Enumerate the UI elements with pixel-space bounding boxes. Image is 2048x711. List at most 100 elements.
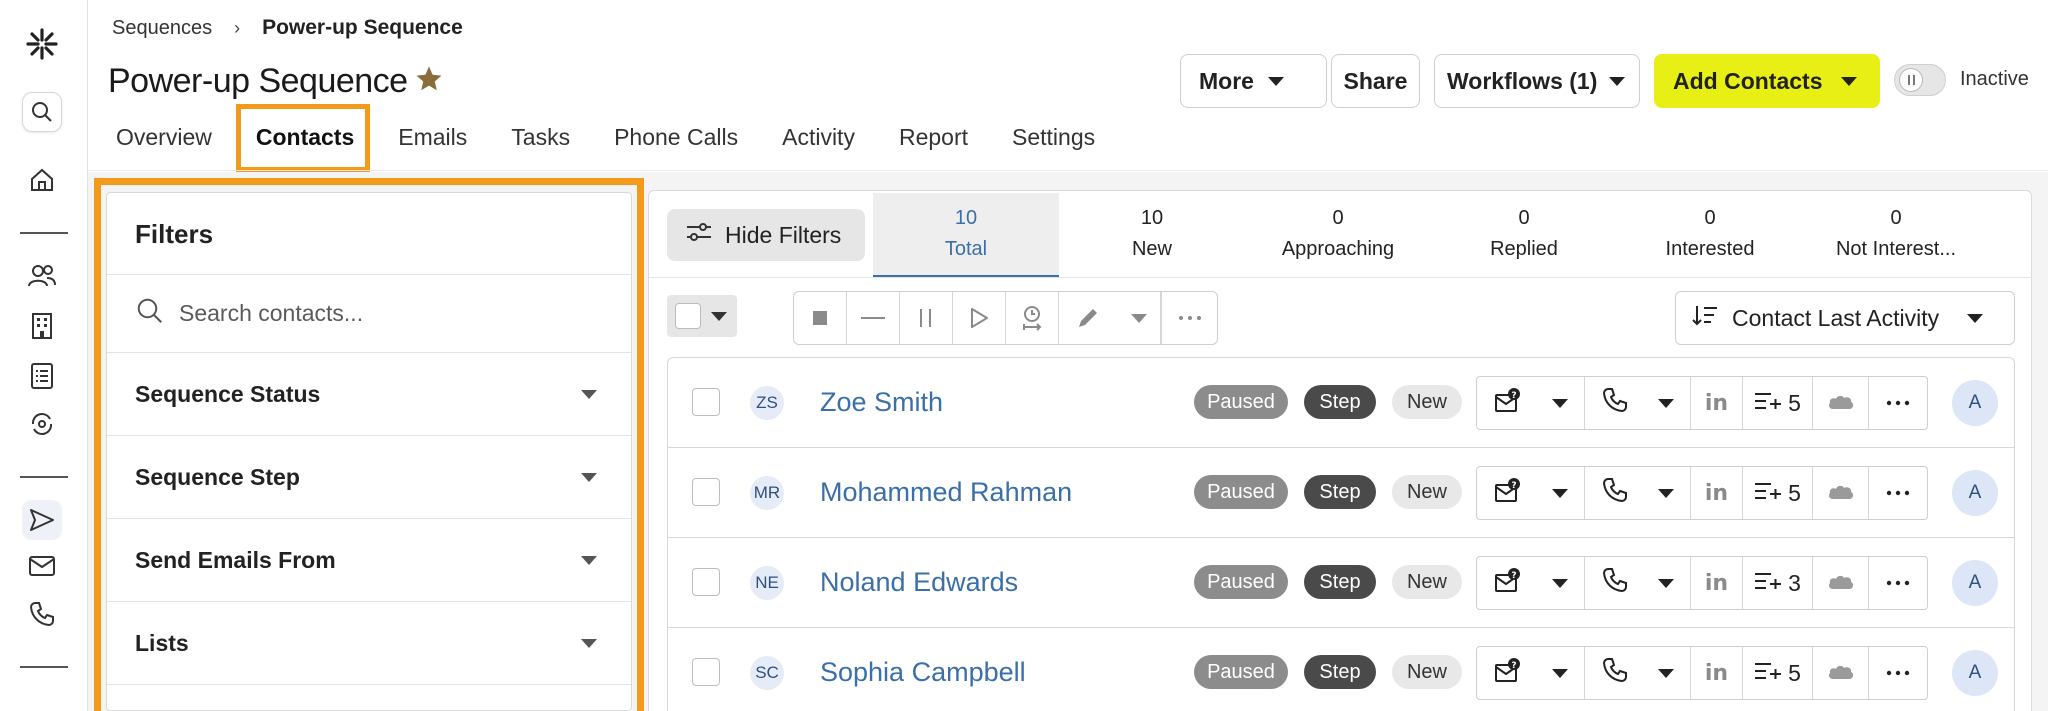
stat-interested[interactable]: 0 Interested <box>1617 193 1803 277</box>
table-row[interactable]: NE Noland Edwards Paused Step New ? in 3… <box>668 538 2014 628</box>
stat-value: 10 <box>954 207 978 229</box>
table-row[interactable]: MR Mohammed Rahman Paused Step New ? in … <box>668 448 2014 538</box>
step-count[interactable]: 3 <box>1743 557 1813 609</box>
step-count-value: 5 <box>1788 479 1801 506</box>
more-horizontal-icon[interactable] <box>1869 377 1927 429</box>
stage-badge: New <box>1392 565 1462 599</box>
linkedin-icon[interactable]: in <box>1691 377 1743 429</box>
sync-icon[interactable] <box>22 404 62 444</box>
svg-text:?: ? <box>1511 481 1516 491</box>
schedule-icon[interactable] <box>1006 292 1059 344</box>
queue-icon <box>1754 570 1782 597</box>
email-action[interactable]: ? <box>1477 557 1585 609</box>
linkedin-icon[interactable]: in <box>1691 467 1743 519</box>
share-button[interactable]: Share <box>1331 54 1420 108</box>
avatar: ZS <box>750 386 784 420</box>
tab-tasks[interactable]: Tasks <box>511 124 570 151</box>
contact-name-link[interactable]: Sophia Campbell <box>820 657 1026 688</box>
email-action[interactable]: ? <box>1477 467 1585 519</box>
stat-replied[interactable]: 0 Replied <box>1431 193 1617 277</box>
more-horizontal-icon[interactable] <box>1869 467 1927 519</box>
owner-avatar[interactable]: A <box>1952 470 1998 516</box>
contact-name-link[interactable]: Mohammed Rahman <box>820 477 1072 508</box>
play-icon[interactable] <box>953 292 1006 344</box>
more-button-label: More <box>1199 67 1254 94</box>
step-count[interactable]: 5 <box>1743 467 1813 519</box>
table-row[interactable]: SC Sophia Campbell Paused Step New ? in … <box>668 628 2014 711</box>
call-action[interactable] <box>1585 377 1691 429</box>
call-action[interactable] <box>1585 557 1691 609</box>
step-count-value: 5 <box>1788 389 1801 416</box>
home-icon[interactable] <box>22 160 62 200</box>
sort-dropdown[interactable]: Contact Last Activity <box>1675 291 2015 345</box>
contact-name-link[interactable]: Noland Edwards <box>820 567 1018 598</box>
linkedin-icon[interactable]: in <box>1691 557 1743 609</box>
building-icon[interactable] <box>22 306 62 346</box>
hide-filters-button[interactable]: Hide Filters <box>667 209 865 261</box>
phone-icon[interactable] <box>22 594 62 634</box>
tab-emails[interactable]: Emails <box>398 124 467 151</box>
stat-label: Not Interest... <box>1835 238 1957 260</box>
email-action[interactable]: ? <box>1477 377 1585 429</box>
contacts-panel: Hide Filters 10 Total 10 New 0 Approachi… <box>648 190 2033 711</box>
people-icon[interactable] <box>22 256 62 296</box>
remove-icon[interactable] <box>847 292 900 344</box>
workflows-button-label: Workflows (1) <box>1447 67 1598 94</box>
more-horizontal-icon[interactable] <box>1869 647 1927 699</box>
row-checkbox[interactable] <box>692 658 720 686</box>
owner-avatar[interactable]: A <box>1952 560 1998 606</box>
send-icon[interactable] <box>22 500 62 540</box>
tab-activity[interactable]: Activity <box>782 124 855 151</box>
owner-avatar[interactable]: A <box>1952 380 1998 426</box>
active-toggle[interactable] <box>1894 64 1946 96</box>
edit-icon[interactable] <box>1059 292 1117 344</box>
stat-new[interactable]: 10 New <box>1059 193 1245 277</box>
tab-settings[interactable]: Settings <box>1012 124 1095 151</box>
step-count[interactable]: 5 <box>1743 377 1813 429</box>
stop-icon[interactable] <box>794 292 847 344</box>
more-horizontal-icon[interactable] <box>1161 292 1217 344</box>
tab-phone-calls[interactable]: Phone Calls <box>614 124 738 151</box>
salesforce-icon[interactable] <box>1813 377 1869 429</box>
row-checkbox[interactable] <box>692 568 720 596</box>
sort-label: Contact Last Activity <box>1732 304 1940 331</box>
add-contacts-button[interactable]: Add Contacts <box>1654 54 1880 108</box>
mail-icon[interactable] <box>22 546 62 586</box>
caret-down-icon <box>1551 668 1568 678</box>
owner-avatar[interactable]: A <box>1952 650 1998 696</box>
table-row[interactable]: ZS Zoe Smith Paused Step New ? in 5 A <box>668 358 2014 448</box>
tab-overview[interactable]: Overview <box>116 124 212 151</box>
stat-total[interactable]: 10 Total <box>873 193 1059 277</box>
step-count[interactable]: 5 <box>1743 647 1813 699</box>
sort-icon <box>1692 304 1718 332</box>
salesforce-icon[interactable] <box>1813 647 1869 699</box>
breadcrumb-parent[interactable]: Sequences <box>112 17 212 40</box>
caret-down-icon[interactable] <box>1117 292 1161 344</box>
call-action[interactable] <box>1585 467 1691 519</box>
tab-report[interactable]: Report <box>899 124 968 151</box>
star-icon[interactable] <box>414 64 444 94</box>
email-action[interactable]: ? <box>1477 647 1585 699</box>
workflows-button[interactable]: Workflows (1) <box>1434 54 1640 108</box>
stat-approaching[interactable]: 0 Approaching <box>1245 193 1431 277</box>
contact-name-link[interactable]: Zoe Smith <box>820 387 943 418</box>
step-count-value: 3 <box>1788 569 1801 596</box>
search-icon[interactable] <box>22 92 62 132</box>
more-horizontal-icon[interactable] <box>1869 557 1927 609</box>
list-icon[interactable] <box>22 356 62 396</box>
caret-down-icon <box>711 311 727 321</box>
status-badge: Paused <box>1194 655 1288 689</box>
pause-icon[interactable] <box>900 292 953 344</box>
more-button[interactable]: More <box>1180 54 1327 108</box>
call-action[interactable] <box>1585 647 1691 699</box>
row-checkbox[interactable] <box>692 478 720 506</box>
app-logo-icon[interactable] <box>22 24 62 64</box>
select-all-checkbox[interactable] <box>675 303 701 329</box>
salesforce-icon[interactable] <box>1813 467 1869 519</box>
salesforce-icon[interactable] <box>1813 557 1869 609</box>
linkedin-icon[interactable]: in <box>1691 647 1743 699</box>
stat-label: New <box>1131 238 1172 260</box>
select-all-dropdown[interactable] <box>667 295 737 337</box>
stat-not-interested[interactable]: 0 Not Interest... <box>1803 193 1989 277</box>
row-checkbox[interactable] <box>692 388 720 416</box>
